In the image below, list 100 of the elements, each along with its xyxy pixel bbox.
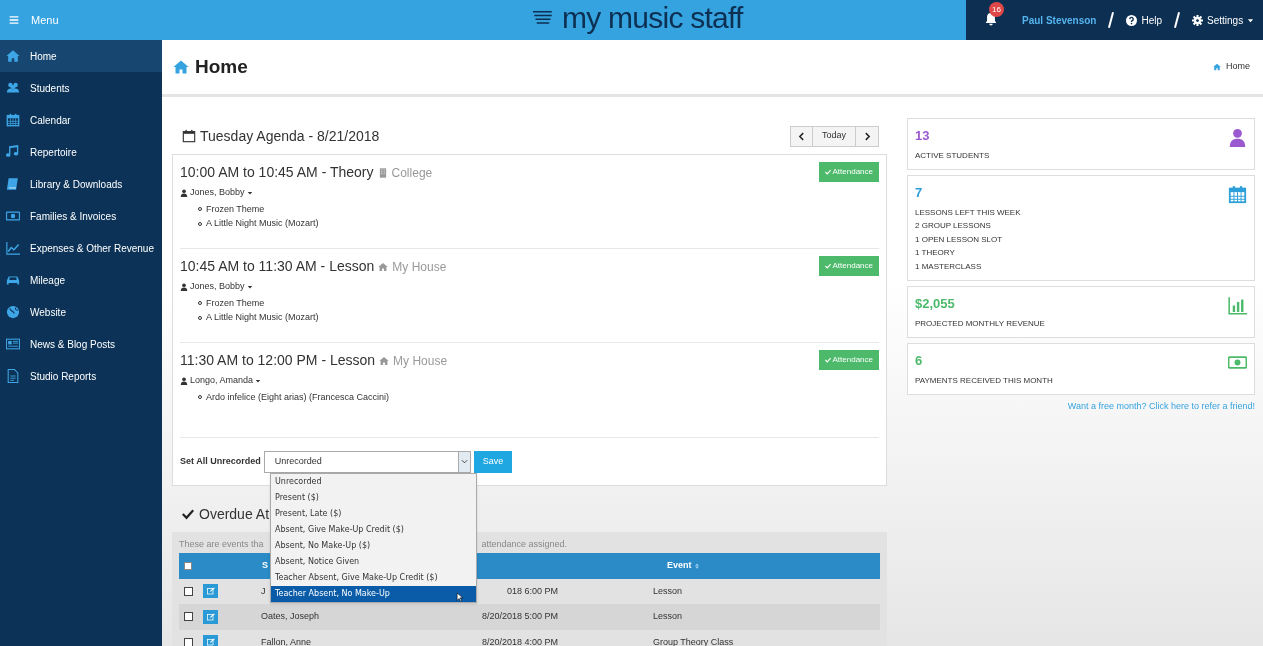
- home-icon: [1213, 63, 1221, 71]
- column-header[interactable]: Event: [667, 558, 700, 573]
- column-header: S: [262, 559, 268, 570]
- sort-icon: [693, 561, 700, 570]
- repertoire-item: Frozen Theme: [206, 296, 265, 310]
- book-icon: [6, 177, 20, 191]
- edit-icon: [206, 587, 215, 596]
- sidebar-item[interactable]: News & Blog Posts: [0, 328, 162, 360]
- sidebar-item[interactable]: Expenses & Other Revenue: [0, 232, 162, 264]
- stat-label: 1 THEORY: [915, 247, 956, 259]
- table-cell: Fallon, Anne: [261, 636, 312, 646]
- sidebar-item[interactable]: Calendar: [0, 104, 162, 136]
- person-icon: [180, 188, 188, 197]
- chevron-down-icon: [460, 458, 468, 465]
- user-name-link[interactable]: Paul Stevenson: [1022, 12, 1097, 28]
- stat-label: LESSONS LEFT THIS WEEK: [915, 206, 1021, 219]
- table-cell: 018 6:00 PM: [506, 585, 558, 596]
- banknote-icon: [1228, 353, 1247, 372]
- table-cell: Lesson: [653, 585, 683, 596]
- dropdown-option[interactable]: Present, Late ($): [271, 506, 476, 522]
- dropdown-option[interactable]: Absent, No Make-Up ($): [271, 538, 476, 554]
- music-note-icon: [6, 145, 20, 159]
- table-cell: 8/20/2018 5:00 PM: [481, 611, 558, 621]
- edit-icon: [206, 638, 215, 646]
- repertoire-item: Frozen Theme: [206, 202, 265, 216]
- stat-label: 1 MASTERCLASS: [915, 260, 983, 273]
- event-location: College: [391, 164, 433, 182]
- table-cell: Group Theory Class: [653, 636, 734, 646]
- newspaper-icon: [6, 337, 20, 351]
- dropdown-option[interactable]: Absent, Give Make-Up Credit ($): [271, 522, 476, 538]
- description-text: attendance assigned.: [481, 538, 567, 551]
- sidebar-item[interactable]: Library & Downloads: [0, 168, 162, 200]
- row-checkbox[interactable]: [184, 637, 193, 646]
- calendar-icon: [6, 113, 20, 127]
- stat-value: 13: [915, 127, 931, 145]
- attendance-select[interactable]: Unrecorded: [263, 450, 471, 473]
- caret-icon: [255, 377, 262, 384]
- stat-label: 2 GROUP LESSONS: [915, 220, 992, 232]
- notification-badge: 16: [989, 2, 1004, 17]
- stat-label: 1 OPEN LESSON SLOT: [915, 233, 1004, 246]
- repertoire-item: A Little Night Music (Mozart): [206, 217, 319, 230]
- users-icon: [6, 81, 20, 95]
- check-icon: [824, 263, 831, 269]
- event-title: 11:30 AM to 12:00 PM - Lesson: [180, 351, 376, 370]
- student-link[interactable]: Jones, Bobby: [180, 280, 447, 294]
- caret-icon: [246, 189, 253, 196]
- sidebar-item[interactable]: Website: [0, 296, 162, 328]
- table-cell: Lesson: [653, 611, 683, 621]
- table-cell: J: [261, 585, 266, 596]
- sidebar-item[interactable]: Studio Reports: [0, 360, 162, 392]
- stat-value: $2,055: [915, 295, 956, 313]
- event-location: My House: [392, 258, 447, 276]
- dropdown-option[interactable]: Teacher Absent, Give Make-Up Credit ($): [271, 570, 476, 586]
- sidebar-item[interactable]: Home: [0, 40, 162, 72]
- repertoire-item: Ardo infelice (Eight arias) (Francesca Caccini): [206, 390, 390, 404]
- globe-icon: [6, 305, 20, 319]
- student-link[interactable]: Jones, Bobby: [180, 186, 433, 200]
- dropdown-option[interactable]: Present ($): [271, 490, 476, 506]
- check-icon: [182, 508, 194, 520]
- set-all-label: Set All Unrecorded: [180, 454, 261, 468]
- repertoire-item: A Little Night Music (Mozart): [206, 311, 319, 324]
- banknote-icon: [6, 209, 20, 223]
- row-checkbox[interactable]: [184, 612, 193, 622]
- check-icon: [824, 357, 831, 363]
- menu-icon: [9, 15, 19, 25]
- breadcrumb-link[interactable]: Home: [1226, 60, 1250, 74]
- document-icon: [6, 369, 20, 383]
- caret-icon: [246, 283, 253, 290]
- help-link[interactable]: Help: [1126, 12, 1163, 28]
- settings-menu[interactable]: Settings: [1192, 12, 1255, 28]
- table-cell: Oates, Joseph: [261, 611, 320, 621]
- question-icon: [1126, 14, 1138, 26]
- person-icon: [180, 282, 188, 291]
- stat-value: 6: [915, 352, 924, 370]
- edit-button[interactable]: [203, 635, 218, 646]
- edit-button[interactable]: [203, 609, 218, 624]
- edit-button[interactable]: [203, 584, 218, 599]
- home-icon: [173, 59, 189, 75]
- table-cell: 8/20/2018 4:00 PM: [481, 636, 558, 646]
- chevron-left-icon: [796, 131, 806, 141]
- cursor-icon: [456, 591, 465, 603]
- select-all-checkbox[interactable]: [184, 561, 192, 570]
- section-title: Overdue At: [199, 504, 270, 524]
- sidebar-item[interactable]: Mileage: [0, 264, 162, 296]
- stat-label: PAYMENTS RECEIVED THIS MONTH: [915, 374, 1053, 387]
- sidebar-item[interactable]: Families & Invoices: [0, 200, 162, 232]
- sidebar-item[interactable]: Students: [0, 72, 162, 104]
- dropdown-option[interactable]: Unrecorded: [271, 474, 476, 490]
- row-checkbox[interactable]: [184, 586, 193, 596]
- bar-chart-icon: [1228, 296, 1247, 315]
- home-icon: [6, 49, 20, 63]
- sidebar-item[interactable]: Repertoire: [0, 136, 162, 168]
- settings-icon: [1192, 14, 1204, 26]
- student-link[interactable]: Longo, Amanda: [180, 374, 448, 388]
- stat-label: PROJECTED MONTHLY REVENUE: [915, 317, 1045, 330]
- stat-label: ACTIVE STUDENTS: [915, 149, 990, 162]
- logo-text: my music staff: [562, 2, 743, 34]
- dropdown-option[interactable]: Absent, Notice Given: [271, 554, 476, 570]
- page-title: Home: [195, 54, 248, 79]
- dropdown-option[interactable]: Teacher Absent, No Make-Up: [271, 586, 476, 602]
